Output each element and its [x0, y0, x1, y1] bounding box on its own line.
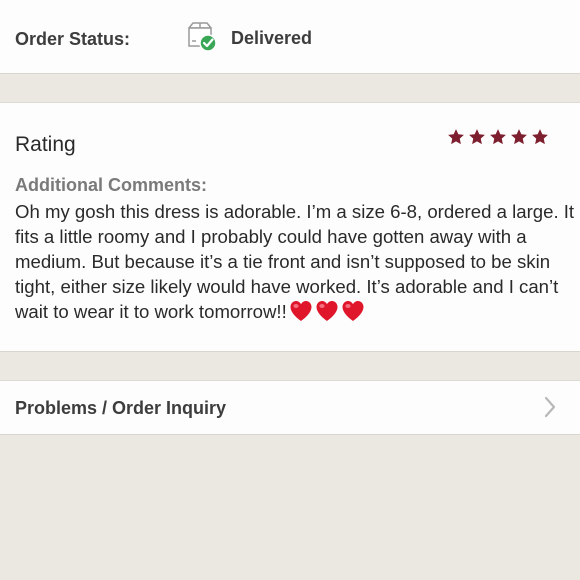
problems-order-inquiry-label[interactable]: Problems / Order Inquiry [15, 398, 226, 419]
star-icon [448, 129, 464, 145]
delivered-box-check-icon [185, 21, 217, 53]
red-heart-icon [316, 301, 338, 321]
red-heart-icon [342, 301, 364, 321]
rating-heading: Rating [15, 133, 76, 156]
order-status-label: Order Status: [15, 29, 131, 49]
star-icon [490, 129, 506, 145]
heart-emojis [289, 300, 365, 322]
chevron-right-icon[interactable] [542, 395, 558, 419]
star-icon [469, 129, 485, 145]
star-icon [532, 129, 548, 145]
additional-comments-label: Additional Comments: [15, 175, 207, 195]
red-heart-icon [290, 301, 312, 321]
order-details-screen: Order Status: Delivered Rating Additiona… [0, 0, 580, 580]
order-status-value: Delivered [231, 28, 313, 48]
star-rating [447, 128, 549, 146]
star-icon [511, 129, 527, 145]
additional-comments-body: Oh my gosh this dress is adorable. I’m a… [15, 199, 575, 324]
